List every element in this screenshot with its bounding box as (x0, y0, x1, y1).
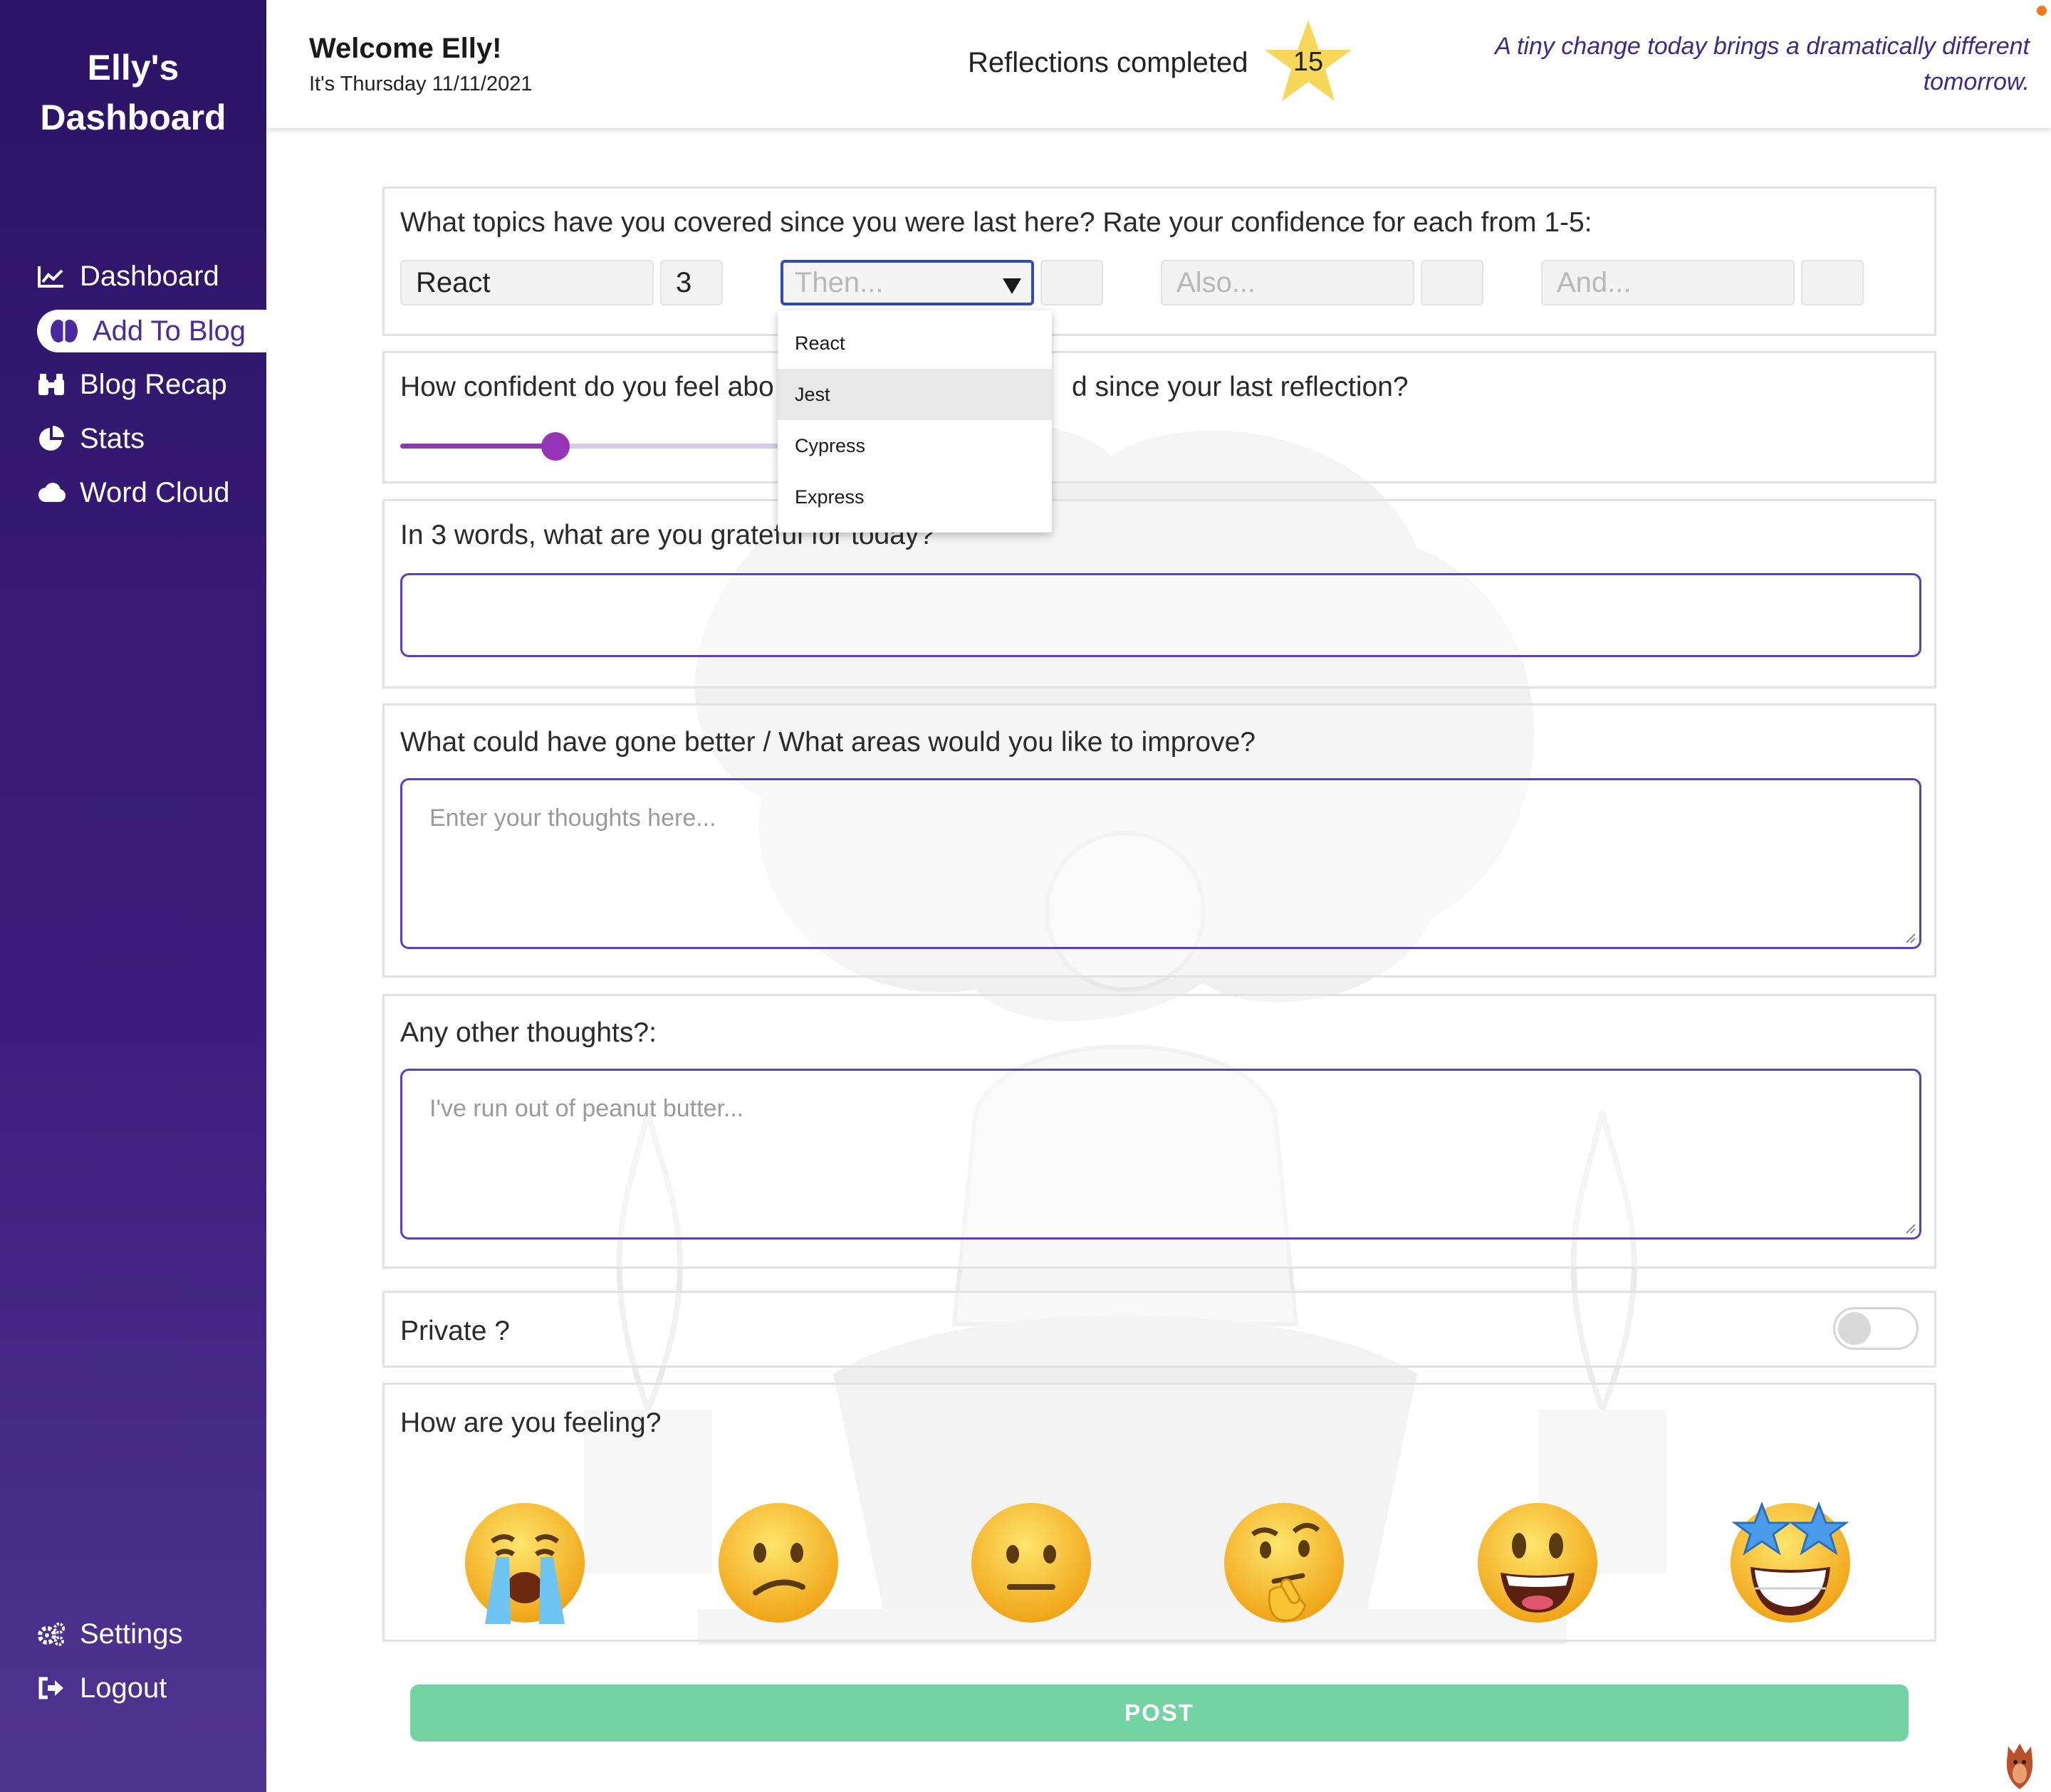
nav-label: Word Cloud (80, 476, 230, 508)
grinning-face-icon[interactable] (1473, 1499, 1602, 1627)
nav-item-dashboard[interactable]: Dashboard (37, 255, 266, 298)
nav-item-settings[interactable]: Settings (37, 1613, 266, 1655)
topic-4-rating-input[interactable] (1801, 260, 1864, 305)
topic-2-dropdown-menu: React Jest Cypress Express (778, 310, 1052, 533)
logout-icon (37, 1674, 66, 1702)
brand-line-2: Dashboard (40, 98, 226, 137)
confidence-slider-fill (400, 444, 555, 449)
nav-label: Logout (80, 1672, 167, 1704)
topic-1-input[interactable]: React (400, 260, 654, 305)
thinking-face-icon[interactable] (1220, 1499, 1348, 1627)
nav-label: Settings (80, 1618, 183, 1650)
star-struck-face-icon[interactable] (1726, 1499, 1854, 1627)
other-thoughts-textarea[interactable]: I've run out of peanut butter... (400, 1069, 1921, 1240)
top-header: Welcome Elly! It's Thursday 11/11/2021 R… (266, 0, 2051, 128)
confidence-slider-track[interactable] (400, 444, 799, 449)
resize-handle-icon[interactable] (1905, 1223, 1916, 1235)
resize-handle-icon[interactable] (1905, 933, 1916, 944)
private-card: Private ? (382, 1291, 1936, 1368)
reflections-label: Reflections completed (968, 47, 1248, 78)
grateful-input[interactable] (400, 573, 1921, 657)
motivational-quote: A tiny change today brings a dramaticall… (1495, 33, 2030, 95)
dropdown-option-cypress[interactable]: Cypress (778, 420, 1052, 471)
nav-label: Add To Blog (93, 315, 246, 347)
brain-icon (50, 317, 78, 345)
topic-2-placeholder: Then... (795, 267, 884, 298)
grateful-card: In 3 words, what are you grateful for to… (382, 499, 1936, 688)
other-thoughts-placeholder: I've run out of peanut butter... (429, 1095, 744, 1122)
topic-1-rating-input[interactable]: 3 (660, 260, 723, 305)
private-label: Private ? (400, 1316, 510, 1346)
other-thoughts-question: Any other thoughts?: (400, 1017, 657, 1048)
crying-face-icon[interactable] (461, 1499, 589, 1627)
confidence-question: How confident do you feel abo (400, 372, 774, 402)
nav-label: Dashboard (80, 260, 219, 292)
improve-placeholder: Enter your thoughts here... (429, 805, 716, 832)
nav-item-add-to-blog[interactable]: Add To Blog (37, 310, 266, 352)
nav-item-blog-recap[interactable]: Blog Recap (37, 363, 266, 406)
topics-card: What topics have you covered since you w… (382, 187, 1936, 336)
dropdown-option-react[interactable]: React (778, 318, 1052, 369)
confidence-slider-thumb[interactable] (541, 432, 570, 461)
topic-2-rating-input[interactable] (1040, 260, 1103, 305)
improve-card: What could have gone better / What areas… (382, 703, 1936, 978)
topic-4-input[interactable]: And... (1541, 260, 1795, 305)
dropdown-option-express[interactable]: Express (778, 471, 1052, 523)
binoculars-icon (37, 370, 66, 399)
chevron-down-icon (1003, 278, 1021, 294)
private-toggle[interactable] (1833, 1307, 1919, 1350)
neutral-face-icon[interactable] (967, 1499, 1095, 1627)
feeling-card: How are you feeling? (382, 1383, 1936, 1642)
confused-face-icon[interactable] (714, 1499, 842, 1627)
current-date: It's Thursday 11/11/2021 (309, 73, 533, 95)
fox-mascot-icon[interactable] (1998, 1739, 2041, 1792)
reflections-count: 15 (1293, 47, 1324, 77)
nav-item-logout[interactable]: Logout (37, 1667, 266, 1709)
post-button[interactable]: POST (410, 1684, 1909, 1741)
line-chart-icon (37, 262, 66, 290)
topic-2-select[interactable]: Then... (781, 260, 1034, 305)
toggle-knob (1838, 1312, 1871, 1345)
gears-icon (37, 1620, 66, 1648)
notification-dot (2037, 6, 2047, 16)
feeling-question: How are you feeling? (400, 1408, 662, 1438)
cloud-icon (37, 478, 66, 507)
nav-item-word-cloud[interactable]: Word Cloud (37, 471, 266, 514)
other-thoughts-card: Any other thoughts?: I've run out of pea… (382, 994, 1936, 1269)
topics-question: What topics have you covered since you w… (400, 207, 1592, 238)
topic-3-rating-input[interactable] (1421, 260, 1483, 305)
pie-chart-icon (37, 424, 66, 453)
topic-3-input[interactable]: Also... (1161, 260, 1414, 305)
nav-item-stats[interactable]: Stats (37, 417, 266, 460)
nav-label: Blog Recap (80, 368, 227, 400)
dropdown-option-jest[interactable]: Jest (778, 369, 1052, 420)
improve-textarea[interactable]: Enter your thoughts here... (400, 778, 1921, 949)
improve-question: What could have gone better / What areas… (400, 727, 1256, 758)
nav-label: Stats (80, 422, 145, 454)
welcome-heading: Welcome Elly! (309, 33, 502, 64)
sidebar: Elly's Dashboard Dashboard Add To Blog B… (0, 0, 266, 1792)
confidence-card: How confident do you feel abo d since yo… (382, 351, 1936, 483)
confidence-question-tail: d since your last reflection? (1072, 372, 1409, 402)
brand-title: Elly's Dashboard (0, 43, 266, 142)
brand-line-1: Elly's (87, 48, 179, 88)
